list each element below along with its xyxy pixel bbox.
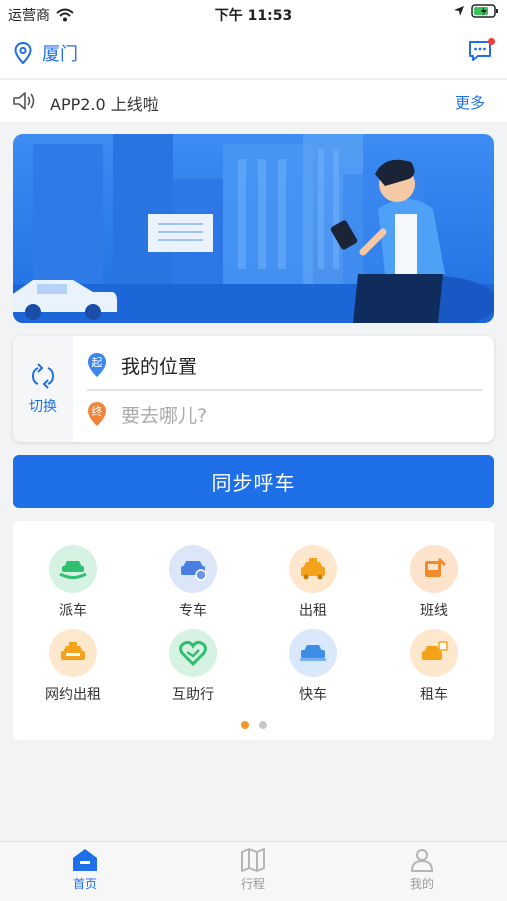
end-pin-icon: 终 [87, 401, 107, 427]
service-label: 互助行 [172, 687, 214, 703]
city-name: 厦门 [42, 44, 78, 65]
user-icon [410, 849, 434, 872]
service-rental[interactable]: 租车 [379, 629, 489, 709]
services-grid: 派车 专车 出租 班线 网约出租 互助行 快车 租车 [13, 521, 494, 740]
location-arrow-icon [454, 6, 464, 16]
service-dispatch[interactable]: 派车 [18, 545, 128, 625]
rental-car-icon [410, 629, 458, 677]
notice-text: APP2.0 上线啦 [50, 95, 159, 114]
start-location-text: 我的位置 [121, 355, 198, 378]
tab-mine[interactable]: 我的 [377, 848, 467, 892]
service-label: 专车 [179, 603, 207, 619]
tab-trips[interactable]: 行程 [208, 848, 298, 892]
premium-car-icon [169, 545, 217, 593]
end-badge: 终 [91, 405, 103, 418]
service-ride-hailing-taxi[interactable]: 网约出租 [18, 629, 128, 709]
taxi-icon [289, 545, 337, 593]
notice-bar[interactable]: APP2.0 上线啦 更多 [0, 79, 507, 122]
service-label: 派车 [59, 603, 87, 619]
express-car-icon [289, 629, 337, 677]
service-label: 网约出租 [45, 687, 101, 703]
message-button[interactable] [467, 38, 495, 66]
service-label: 快车 [299, 687, 327, 703]
service-premium[interactable]: 专车 [138, 545, 248, 625]
service-express[interactable]: 快车 [258, 629, 368, 709]
shuttle-icon [410, 545, 458, 593]
home-icon [73, 849, 97, 871]
battery-icon [471, 4, 498, 18]
status-right [453, 4, 499, 18]
city-selector[interactable]: 厦门 [14, 40, 78, 66]
service-taxi[interactable]: 出租 [258, 545, 368, 625]
tab-label: 首页 [72, 877, 97, 891]
page-indicator [13, 721, 494, 729]
bottom-tab-bar: 首页 行程 我的 [0, 841, 507, 901]
promo-banner[interactable] [13, 134, 494, 323]
service-label: 租车 [420, 687, 448, 703]
status-time: 下午 11:53 [214, 8, 293, 24]
ride-taxi-icon [49, 629, 97, 677]
tab-label: 我的 [409, 877, 434, 891]
destination-placeholder: 要去哪儿? [121, 404, 208, 427]
location-pin-icon [14, 42, 32, 64]
service-mutual-aid[interactable]: 互助行 [138, 629, 248, 709]
tab-label: 行程 [240, 877, 265, 891]
app-header: 厦门 [0, 28, 507, 78]
start-badge: 起 [91, 356, 103, 369]
page-dot[interactable] [258, 721, 267, 729]
banner-illustration [13, 134, 494, 323]
service-label: 班线 [420, 603, 448, 619]
status-bar: 运营商 下午 11:53 [0, 0, 507, 28]
service-shuttle[interactable]: 班线 [379, 545, 489, 625]
destination-field[interactable]: 终 要去哪儿? [87, 390, 482, 438]
start-location-field[interactable]: 起 我的位置 [87, 341, 482, 391]
page-dot-active[interactable] [240, 721, 249, 729]
speaker-icon [13, 92, 35, 110]
heart-hand-icon [169, 629, 217, 677]
start-pin-icon: 起 [87, 352, 107, 378]
call-car-button[interactable]: 同步呼车 [13, 455, 494, 508]
dispatch-car-icon [49, 545, 97, 593]
route-card: 切换 起 我的位置 终 要去哪儿? [13, 336, 494, 442]
map-icon [241, 848, 265, 872]
switch-label: 切换 [29, 399, 57, 415]
tab-home[interactable]: 首页 [40, 848, 130, 892]
unread-badge [488, 38, 495, 45]
swap-icon [31, 363, 55, 389]
service-label: 出租 [299, 603, 327, 619]
notice-more-link[interactable]: 更多 [455, 92, 485, 113]
switch-route-button[interactable]: 切换 [13, 336, 73, 442]
